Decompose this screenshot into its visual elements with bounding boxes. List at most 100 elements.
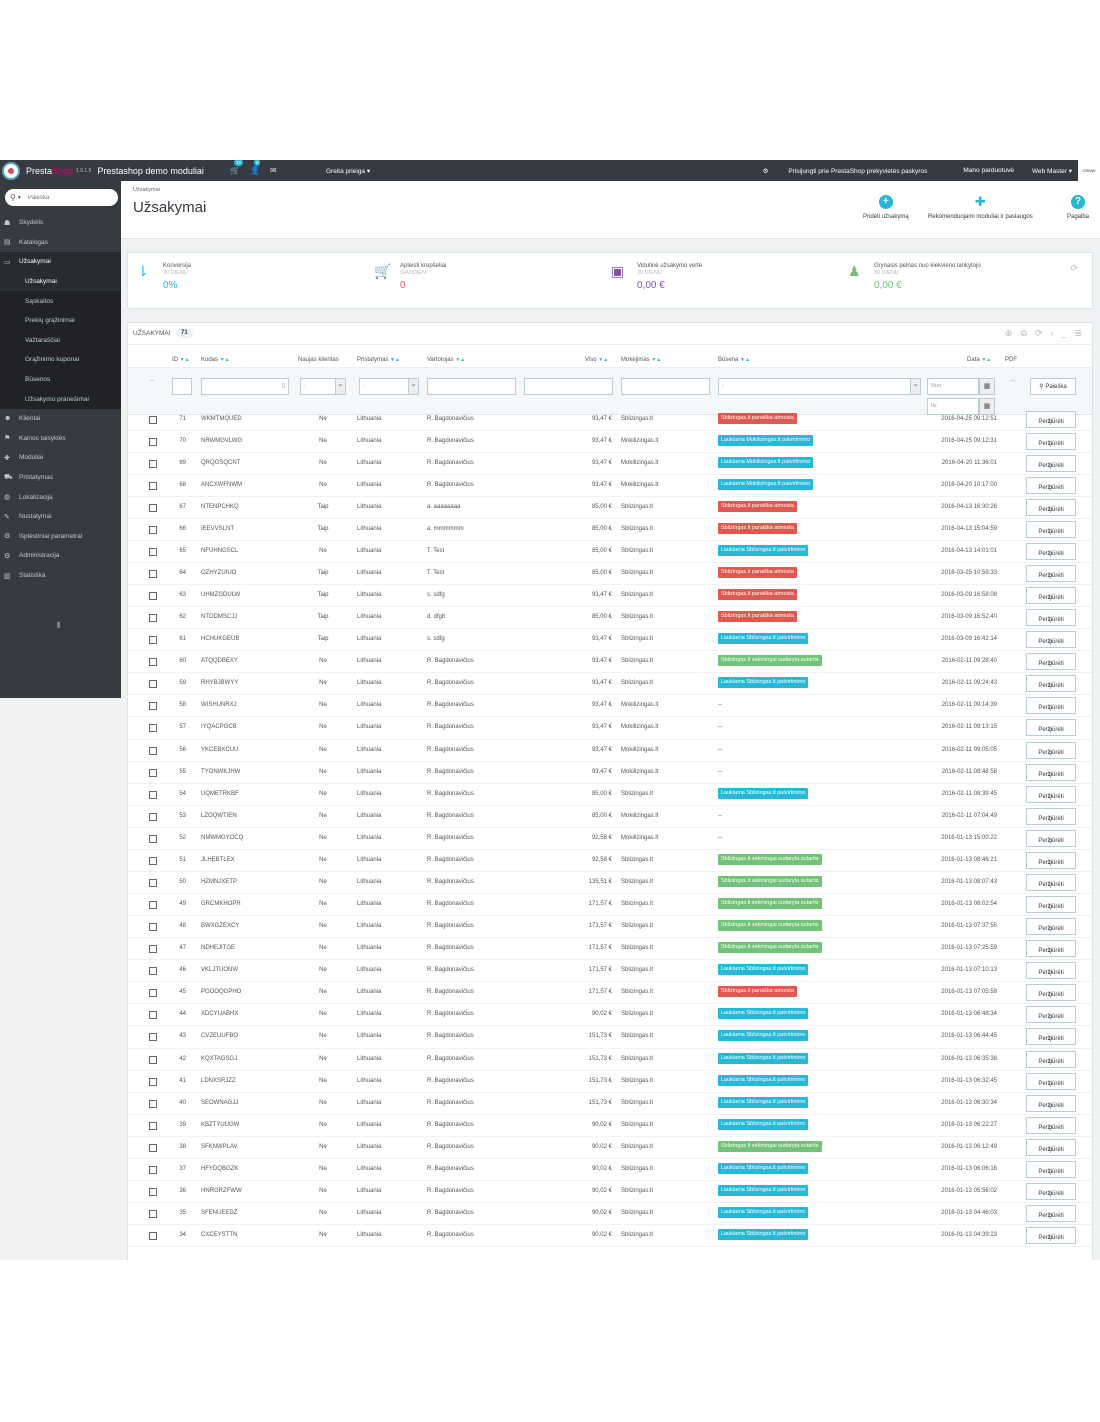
filter-status-select[interactable]: - <box>718 378 921 395</box>
view-order-button[interactable]: ⚲ Peržiūrėti <box>1026 564 1076 582</box>
user-menu[interactable]: Web Master ▾ <box>1032 167 1072 175</box>
sidebar-subitem[interactable]: Užsakymai <box>0 271 121 292</box>
add-icon[interactable]: ⊕ <box>1005 328 1021 338</box>
view-order-button[interactable]: ⚲ Peržiūrėti <box>1026 1160 1076 1178</box>
table-row[interactable]: 54 UQMETRKBF Ne Lithuania R. Bagdonavičius 85… <box>128 784 1092 806</box>
shop-name[interactable]: Prestashop demo moduliai <box>97 166 204 176</box>
view-order-button[interactable]: ⚲ Peržiūrėti <box>1026 498 1076 516</box>
sidebar-item-dashboard[interactable]: ☗ Skydelis <box>0 213 121 233</box>
view-order-button[interactable]: ⚲ Peržiūrėti <box>1026 1094 1076 1112</box>
table-row[interactable]: 62 NTODMSCJJ Taip Lithuania d. dfgh 85,00 € Sb… <box>128 607 1092 630</box>
row-checkbox[interactable] <box>149 503 157 512</box>
table-row[interactable]: 46 VKLJTUONW Ne Lithuania R. Bagdonavičius 17… <box>128 960 1092 983</box>
table-row[interactable]: 69 QRQGSQCNT Ne Lithuania R. Bagdonavičius 93… <box>128 453 1092 475</box>
table-row[interactable]: 34 CXCEYSTTN Ne Lithuania R. Bagdonavičius 90… <box>128 1225 1092 1248</box>
filter-search-button[interactable]: ⚲ Paieška <box>1030 378 1076 395</box>
kpi-net-profit-per-visitor[interactable]: ♟ Grynasis pelnas nuo kiekvieno lankytojo… <box>848 263 981 291</box>
view-order-button[interactable]: ⚲ Peržiūrėti <box>1026 1006 1076 1024</box>
row-checkbox[interactable] <box>149 658 157 667</box>
table-row[interactable]: 43 CVZEUUFBO Ne Lithuania R. Bagdonavičius 15… <box>128 1026 1092 1049</box>
row-checkbox[interactable] <box>149 923 157 932</box>
view-order-button[interactable]: ⚲ Peržiūrėti <box>1026 1205 1076 1223</box>
chevron-down-icon[interactable]: ▼ <box>17 195 22 201</box>
table-row[interactable]: 65 NFUHNGSCL Ne Lithuania T. Test 85,00 € Sbli… <box>128 541 1092 563</box>
view-order-button[interactable]: ⚲ Peržiūrėti <box>1026 1138 1076 1156</box>
view-order-button[interactable]: ⚲ Peržiūrėti <box>1026 454 1076 472</box>
row-checkbox[interactable] <box>149 1165 157 1174</box>
table-row[interactable]: 66 IEEVVSLNT Taip Lithuania a. mmmmmm 85,00 €… <box>128 519 1092 541</box>
view-order-button[interactable]: ⚲ Peržiūrėti <box>1026 542 1076 560</box>
view-order-button[interactable]: ⚲ Peržiūrėti <box>1026 1116 1076 1134</box>
view-order-button[interactable]: ⚲ Peržiūrėti <box>1026 829 1076 847</box>
row-checkbox[interactable] <box>149 569 157 578</box>
row-checkbox[interactable] <box>149 636 157 645</box>
view-order-button[interactable]: ⚲ Peržiūrėti <box>1026 984 1076 1002</box>
connect-marketplace-link[interactable]: ⚙ Prisijungti prie PrestaShop prekyvietė… <box>763 167 946 175</box>
table-row[interactable]: 55 TYONWKJHW Ne Lithuania R. Bagdonavičius 93… <box>128 762 1092 784</box>
table-row[interactable]: 52 NMWMGYOCQ Ne Lithuania R. Bagdonavičius 92… <box>128 828 1092 850</box>
table-row[interactable]: 57 IYQACPGCB Ne Lithuania R. Bagdonavičius 93… <box>128 717 1092 740</box>
row-checkbox[interactable] <box>149 547 157 556</box>
database-icon[interactable]: ≣ <box>1074 328 1090 338</box>
table-row[interactable]: 51 JLHEBTLEX Ne Lithuania R. Bagdonavičius 92… <box>128 850 1092 872</box>
sidebar-item-customers[interactable]: ☻ Klientai <box>0 409 121 429</box>
row-checkbox[interactable] <box>149 614 157 623</box>
row-checkbox[interactable] <box>149 812 157 821</box>
sidebar-subitem[interactable]: Prekių grąžinimai <box>0 311 121 331</box>
sidebar-search[interactable]: ⚲ ▼ <box>5 189 118 206</box>
sidebar-subitem[interactable]: Sąskaitos <box>0 291 121 311</box>
view-order-button[interactable]: ⚲ Peržiūrėti <box>1026 719 1076 737</box>
sidebar-search-input[interactable] <box>27 194 98 201</box>
row-checkbox[interactable] <box>149 878 157 887</box>
table-row[interactable]: 45 PGOOQGPHO Ne Lithuania R. Bagdonavičius 17… <box>128 982 1092 1005</box>
col-delivery-header[interactable]: Pristatymas ▼▲ <box>357 357 400 363</box>
row-checkbox[interactable] <box>149 1099 157 1108</box>
table-row[interactable]: 35 SFENUEEDZ Ne Lithuania R. Bagdonavičius 90… <box>128 1203 1092 1226</box>
filter-date-from[interactable]: Nuo <box>927 378 979 395</box>
view-order-button[interactable]: ⚲ Peržiūrėti <box>1026 873 1076 891</box>
table-row[interactable]: 39 KBZTYUUGW Ne Lithuania R. Bagdonavičius 90… <box>128 1115 1092 1137</box>
view-order-button[interactable]: ⚲ Peržiūrėti <box>1026 1050 1076 1068</box>
row-checkbox[interactable] <box>149 989 157 998</box>
sidebar-item-settings[interactable]: ✎ Nustatymai <box>0 507 121 527</box>
table-row[interactable]: 48 BWXGZEXCY Ne Lithuania R. Bagdonavičius 17… <box>128 916 1092 939</box>
table-row[interactable]: 63 UHMZGDULW Taip Lithuania s. sdfg 93,47 € Sb… <box>128 585 1092 608</box>
messages-notification[interactable]: ✉ <box>270 166 277 175</box>
view-order-button[interactable]: ⚲ Peržiūrėti <box>1026 1028 1076 1046</box>
view-order-button[interactable]: ⚲ Peržiūrėti <box>1026 741 1076 759</box>
filter-total-input[interactable] <box>524 378 613 395</box>
table-row[interactable]: 68 ANCXWFNWM Ne Lithuania R. Bagdonavičius 93… <box>128 475 1092 497</box>
sidebar-item-stats[interactable]: ▥ Statistika <box>0 566 121 586</box>
collapse-sidebar-icon[interactable]: ⦀ <box>57 621 61 631</box>
sidebar-item-localization[interactable]: ◍ Lokalizacija <box>0 487 121 507</box>
col-date-header[interactable]: Data ▼▲ <box>967 357 991 363</box>
table-row[interactable]: 58 WISHUNRXJ Ne Lithuania R. Bagdonavičius 93… <box>128 695 1092 718</box>
filter-new-select[interactable]: - <box>300 378 346 395</box>
row-checkbox[interactable] <box>149 856 157 865</box>
filter-id-input[interactable] <box>172 378 192 395</box>
table-row[interactable]: 44 XDCYUABHX Ne Lithuania R. Bagdonavičius 90… <box>128 1004 1092 1027</box>
filter-ref-input[interactable]: ▯ <box>201 378 289 395</box>
table-row[interactable]: 64 OZHYZUIUO Taip Lithuania T. Test 85,00 € Sb… <box>128 563 1092 586</box>
filter-customer-input[interactable] <box>427 378 516 395</box>
col-payment-header[interactable]: Mokėjimas ▼▲ <box>621 357 661 363</box>
filter-delivery-select[interactable]: - <box>359 378 419 395</box>
sql-icon[interactable]: ›_ <box>1050 328 1074 338</box>
row-checkbox[interactable] <box>149 1210 157 1219</box>
view-order-button[interactable]: ⚲ Peržiūrėti <box>1026 1182 1076 1200</box>
view-order-button[interactable]: ⚲ Peržiūrėti <box>1026 520 1076 538</box>
row-checkbox[interactable] <box>149 459 157 468</box>
col-ref-header[interactable]: Kodas ▼▲ <box>201 357 230 363</box>
table-row[interactable]: 47 NDHEJITGE Ne Lithuania R. Bagdonavičius 17… <box>128 938 1092 961</box>
table-row[interactable]: 59 RHYBJBWYY Ne Lithuania R. Bagdonavičius 93… <box>128 673 1092 696</box>
view-order-button[interactable]: ⚲ Peržiūrėti <box>1026 918 1076 936</box>
row-checkbox[interactable] <box>149 525 157 534</box>
orders-notification[interactable]: 🛒 15 <box>230 160 244 175</box>
recommended-modules-button[interactable]: ✚ Rekomenduojami moduliai ir paslaugos <box>928 195 1033 221</box>
sidebar-item-price-rules[interactable]: ⚑ Kainos taisyklės <box>0 429 121 449</box>
row-checkbox[interactable] <box>149 746 157 755</box>
row-checkbox[interactable] <box>149 1232 157 1241</box>
view-order-button[interactable]: ⚲ Peržiūrėti <box>1026 1227 1076 1245</box>
sidebar-subitem[interactable]: Važtaraščiai <box>0 330 121 351</box>
row-checkbox[interactable] <box>149 437 157 446</box>
